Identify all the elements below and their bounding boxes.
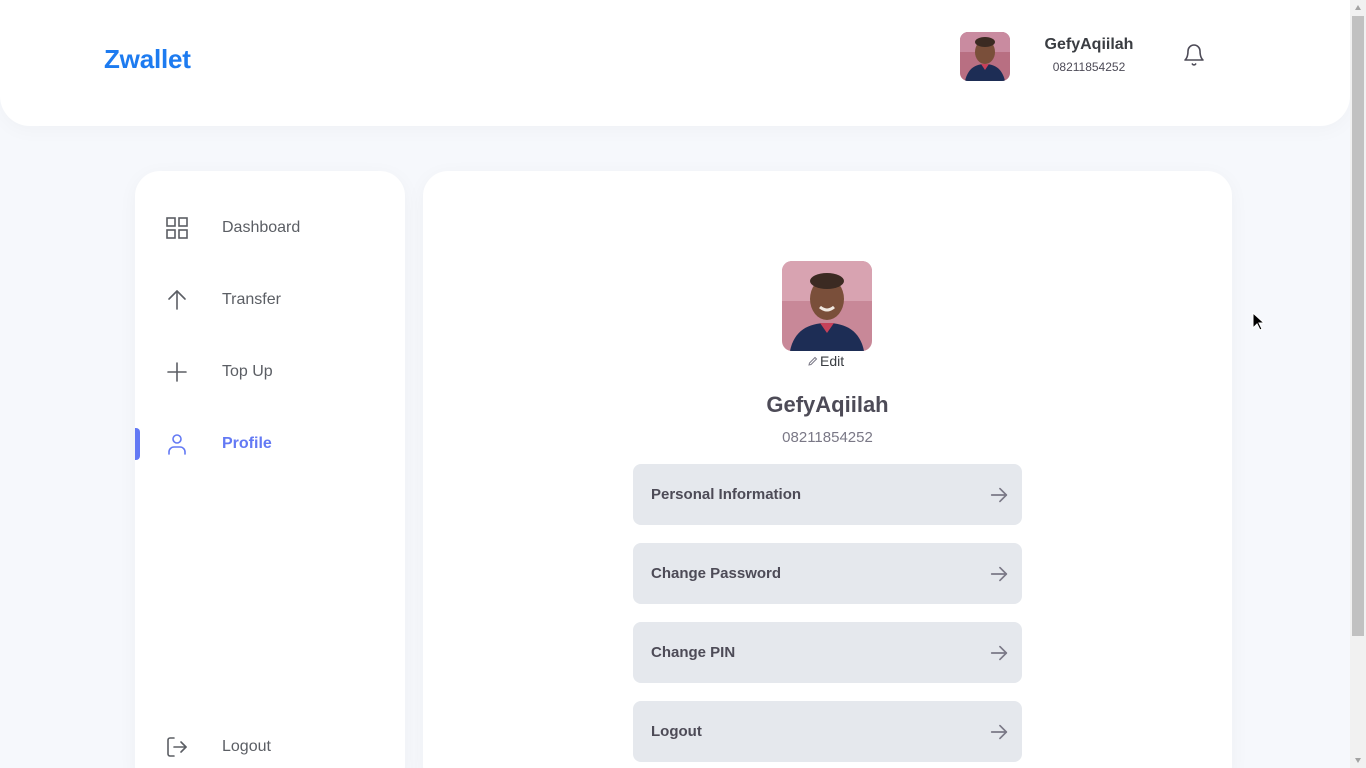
arrow-right-icon: [988, 721, 1010, 743]
sidebar-item-label: Transfer: [222, 291, 281, 308]
arrow-right-icon: [988, 642, 1010, 664]
logout-icon: [165, 735, 189, 759]
sidebar-item-label: Dashboard: [222, 219, 301, 236]
header-user-name: GefyAqiilah: [1044, 36, 1134, 53]
logout-button[interactable]: Logout: [633, 701, 1022, 762]
change-pin-button[interactable]: Change PIN: [633, 622, 1022, 683]
scroll-thumb[interactable]: [1352, 16, 1364, 636]
menu-button-label: Logout: [651, 723, 702, 740]
sidebar-item-topup[interactable]: Top Up: [135, 352, 405, 392]
profile-avatar[interactable]: [782, 261, 872, 351]
sidebar: Dashboard Transfer Top Up Profile Logout: [135, 171, 405, 768]
arrow-up-icon: [165, 288, 189, 312]
scroll-down-icon[interactable]: [1354, 756, 1362, 764]
header-avatar[interactable]: [960, 32, 1010, 81]
top-header: Zwallet GefyAqiilah 08211854252: [0, 0, 1350, 126]
profile-phone: 08211854252: [782, 429, 873, 446]
user-icon: [165, 432, 189, 456]
edit-label: Edit: [820, 353, 845, 369]
menu-button-label: Change Password: [651, 565, 782, 582]
arrow-right-icon: [988, 484, 1010, 506]
profile-name: GefyAqiilah: [766, 392, 889, 417]
edit-profile-link[interactable]: Edit: [808, 353, 844, 369]
header-user-info: GefyAqiilah 08211854252: [1030, 36, 1148, 74]
header-user-phone: 08211854252: [1052, 60, 1126, 74]
grid-icon: [165, 216, 189, 240]
sidebar-item-label: Profile: [222, 435, 272, 452]
menu-button-label: Change PIN: [651, 644, 736, 661]
sidebar-item-profile[interactable]: Profile: [135, 424, 405, 464]
change-password-button[interactable]: Change Password: [633, 543, 1022, 604]
arrow-right-icon: [988, 563, 1010, 585]
pencil-icon: [808, 356, 818, 366]
scroll-up-icon[interactable]: [1354, 4, 1362, 12]
sidebar-item-logout[interactable]: Logout: [135, 727, 405, 767]
mouse-cursor-icon: [1252, 312, 1266, 331]
plus-icon: [165, 360, 189, 384]
sidebar-item-transfer[interactable]: Transfer: [135, 280, 405, 320]
sidebar-item-label: Logout: [222, 738, 271, 755]
brand-logo[interactable]: Zwallet: [104, 44, 191, 75]
profile-card: Edit GefyAqiilah 08211854252 Personal In…: [423, 171, 1232, 768]
personal-information-button[interactable]: Personal Information: [633, 464, 1022, 525]
sidebar-item-label: Top Up: [222, 363, 273, 380]
page-scrollbar[interactable]: [1350, 0, 1366, 768]
bell-icon[interactable]: [1182, 43, 1206, 67]
sidebar-item-dashboard[interactable]: Dashboard: [135, 208, 405, 248]
active-indicator: [135, 428, 140, 460]
menu-button-label: Personal Information: [651, 486, 802, 503]
